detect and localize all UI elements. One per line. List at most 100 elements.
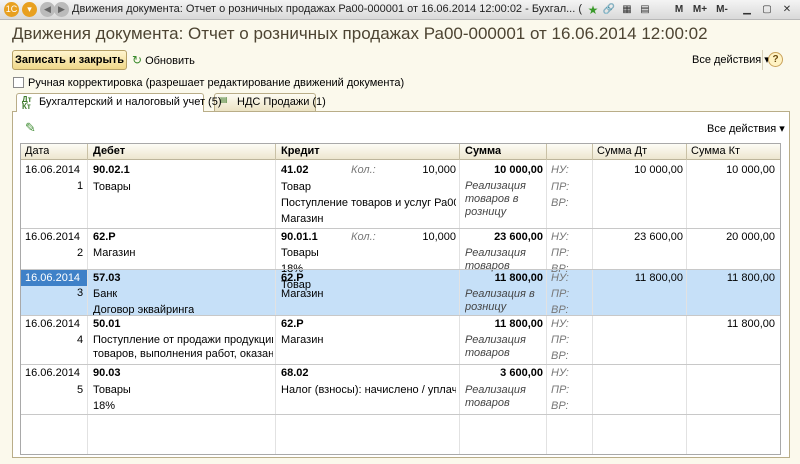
- memory-plus-button[interactable]: M+: [690, 2, 710, 18]
- col-divider: [87, 160, 88, 454]
- calendar-icon[interactable]: ▤: [638, 2, 652, 18]
- checkbox-icon[interactable]: [13, 77, 24, 88]
- help-button[interactable]: ?: [768, 52, 783, 67]
- movements-panel: ✎ Все действия ▾ Дата Дебет Кредит Сумма…: [12, 111, 790, 458]
- link-icon[interactable]: 🔗: [602, 2, 616, 18]
- row-credit-account: 62.Р: [281, 318, 304, 330]
- minimize-icon[interactable]: ▁: [740, 2, 754, 18]
- accounting-icon: Дт Кт: [22, 95, 32, 111]
- row-divider: [21, 228, 780, 229]
- memory-button[interactable]: M: [672, 2, 686, 18]
- row-credit-sub: Поступление товаров и услуг Ра00-000...: [281, 197, 456, 209]
- row-credit-account: 90.01.1: [281, 231, 318, 243]
- maximize-icon[interactable]: ▢: [760, 2, 774, 18]
- refresh-icon: ↻: [132, 53, 143, 67]
- row-debit-sub: Банк: [93, 288, 118, 300]
- page-title: Движения документа: Отчет о розничных пр…: [12, 24, 708, 43]
- memory-minus-button[interactable]: M-: [713, 2, 731, 18]
- header-divider: [546, 144, 547, 160]
- forward-icon[interactable]: ▶: [54, 2, 69, 17]
- header-divider: [87, 144, 88, 160]
- header-date[interactable]: Дата: [25, 145, 49, 158]
- header-debit[interactable]: Дебет: [93, 145, 125, 158]
- row-debit-sub: Магазин: [93, 247, 136, 259]
- row-date: 16.06.2014: [25, 231, 81, 243]
- row-sum: 11 800,00: [494, 272, 543, 284]
- row-comment: Реализация в розницу товаро...: [465, 288, 535, 313]
- all-actions-menu[interactable]: Все действия ▾: [692, 53, 770, 66]
- row-date: 16.06.2014: [25, 318, 81, 330]
- row-kol-label: Кол.:: [351, 231, 376, 243]
- row-pr-label: ПР:: [551, 247, 570, 259]
- save-close-button[interactable]: Записать и закрыть: [12, 50, 127, 70]
- app-logo-icon[interactable]: 1С: [4, 2, 19, 17]
- col-divider: [592, 160, 593, 454]
- row-number: 3: [77, 287, 84, 299]
- close-icon[interactable]: ✕: [780, 2, 794, 18]
- header-credit[interactable]: Кредит: [281, 145, 320, 158]
- row-number: 5: [77, 384, 84, 396]
- menu-dropdown-icon[interactable]: ▾: [22, 2, 37, 17]
- movements-table[interactable]: Дата Дебет Кредит Сумма Сумма Дт Сумма К…: [20, 143, 781, 455]
- row-debit-account: 57.03: [93, 272, 121, 284]
- col-divider: [275, 160, 276, 454]
- row-date: 16.06.2014: [25, 367, 81, 379]
- panel-all-actions-menu[interactable]: Все действия ▾: [707, 122, 785, 135]
- tab-vat-label: НДС Продажи (1): [237, 96, 326, 108]
- row-debit-account: 90.02.1: [93, 164, 130, 176]
- row-comment: Реализация товаров в розницу: [465, 180, 526, 218]
- row-number: 2: [77, 247, 84, 259]
- row-debit-sub: товаров, выполнения работ, оказания ...: [93, 348, 273, 360]
- row-sum-dt: 11 800,00: [634, 272, 683, 284]
- table-header: Дата Дебет Кредит Сумма Сумма Дт Сумма К…: [21, 144, 780, 160]
- manual-adjust-checkbox[interactable]: Ручная корректировка (разрешает редактир…: [13, 77, 404, 89]
- header-divider: [592, 144, 593, 160]
- row-credit-sub: Магазин: [281, 213, 324, 225]
- row-divider: [21, 414, 780, 415]
- row-pr-label: ПР:: [551, 384, 570, 396]
- row-date: 16.06.2014: [25, 272, 81, 284]
- tab-vat-sales[interactable]: ▤ НДС Продажи (1): [214, 93, 326, 111]
- header-sum-dt[interactable]: Сумма Дт: [597, 145, 647, 158]
- row-nu-label: НУ:: [551, 318, 569, 330]
- row-divider: [21, 315, 780, 316]
- manual-adjust-label: Ручная корректировка (разрешает редактир…: [28, 77, 405, 89]
- row-sum: 10 000,00: [494, 164, 543, 176]
- row-sum-dt: 10 000,00: [634, 164, 683, 176]
- favorite-icon[interactable]: ★: [586, 2, 600, 18]
- row-nu-label: НУ:: [551, 164, 569, 176]
- row-pr-label: ПР:: [551, 334, 570, 346]
- row-nu-label: НУ:: [551, 367, 569, 379]
- row-vr-label: ВР:: [551, 400, 569, 412]
- all-actions-label: Все действия: [692, 54, 762, 66]
- row-sum: 11 800,00: [494, 318, 543, 330]
- row-credit-account: 68.02: [281, 367, 309, 379]
- header-sum-kt[interactable]: Сумма Кт: [691, 145, 740, 158]
- row-pr-label: ПР:: [551, 288, 570, 300]
- row-divider: [21, 364, 780, 365]
- tab-accounting[interactable]: Дт Кт Бухгалтерский и налоговый учет (5): [16, 93, 222, 112]
- row-comment: Реализация товаров: [465, 384, 526, 409]
- row-credit-sub: Магазин: [281, 288, 324, 300]
- col-divider: [546, 160, 547, 454]
- row-debit-sub: Товары: [93, 181, 131, 193]
- row-kol-value: 10,000: [422, 164, 456, 176]
- row-sum: 23 600,00: [494, 231, 543, 243]
- row-debit-account: 50.01: [93, 318, 121, 330]
- row-debit-account: 90.03: [93, 367, 121, 379]
- header-divider: [275, 144, 276, 160]
- col-divider: [686, 160, 687, 454]
- window-title: Движения документа: Отчет о розничных пр…: [72, 3, 582, 15]
- refresh-button[interactable]: ↻ Обновить: [132, 53, 195, 67]
- row-credit-account: 41.02: [281, 164, 309, 176]
- edit-icon[interactable]: ✎: [25, 120, 36, 136]
- back-icon[interactable]: ◀: [40, 2, 55, 17]
- row-kol-value: 10,000: [422, 231, 456, 243]
- row-nu-label: НУ:: [551, 272, 569, 284]
- calc-icon[interactable]: ▦: [620, 2, 634, 18]
- row-number: 1: [77, 180, 84, 192]
- header-sum[interactable]: Сумма: [465, 145, 501, 158]
- row-vr-label: ВР:: [551, 350, 569, 362]
- divider: [762, 50, 763, 70]
- row-sum-kt: 11 800,00: [726, 272, 775, 284]
